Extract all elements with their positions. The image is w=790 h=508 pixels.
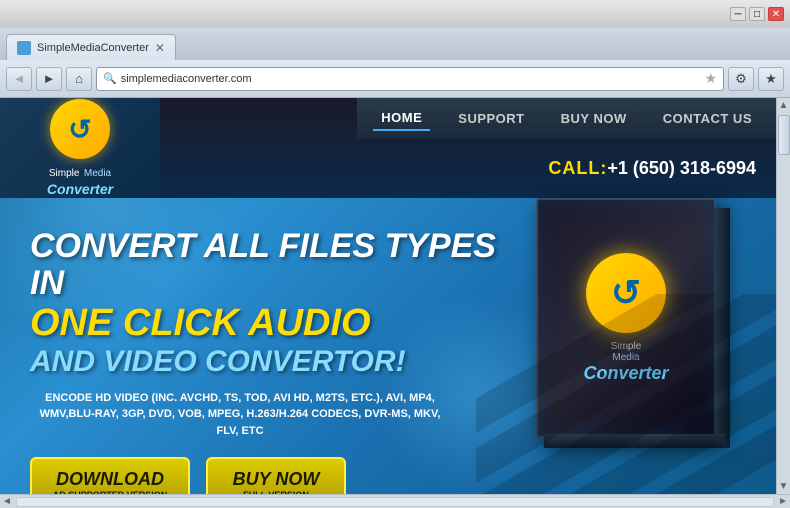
star-icon[interactable]: ★ [704, 70, 717, 87]
forward-button[interactable]: ► [36, 67, 62, 91]
content-area: ↺ Simple Media Converter HOME [0, 98, 790, 494]
nav-support[interactable]: SUPPORT [450, 107, 532, 130]
navigation-bar: ◄ ► ⌂ 🔍 simplemediaconverter.com ★ ⚙ ★ [0, 60, 790, 98]
gear-icon: ⚙ [735, 71, 747, 87]
horizontal-scroll-track[interactable] [16, 497, 774, 507]
buy-now-button-label: BUY NOW [228, 469, 324, 490]
hero-headline-3: AND VIDEO CONVERTOR! [30, 345, 510, 378]
tab-bar: SimpleMediaConverter ✕ [0, 28, 790, 60]
window-controls: ─ □ ✕ [730, 7, 784, 21]
background-stripes [476, 294, 776, 494]
logo-arrow-icon: ↺ [68, 113, 91, 146]
hero-headline-2: ONE CLICK AUDIO [30, 303, 510, 345]
star-button[interactable]: ★ [758, 67, 784, 91]
scroll-left-button[interactable]: ◄ [2, 496, 12, 507]
download-button[interactable]: DOWNLOAD AD SUPPORTED VERSION [30, 457, 190, 494]
settings-button[interactable]: ⚙ [728, 67, 754, 91]
download-button-sublabel: AD SUPPORTED VERSION [52, 490, 168, 494]
logo-box: ↺ Simple Media Converter [47, 99, 113, 197]
vertical-scrollbar[interactable]: ▲ ▼ [776, 98, 790, 494]
close-button[interactable]: ✕ [768, 7, 784, 21]
back-button[interactable]: ◄ [6, 67, 32, 91]
hero-headline-1: CONVERT ALL FILES TYPES IN [30, 228, 510, 303]
header-nav: HOME SUPPORT BUY NOW CONTACT US CALL: +1… [160, 98, 776, 198]
maximize-button[interactable]: □ [749, 7, 765, 21]
nav-links: HOME SUPPORT BUY NOW CONTACT US [357, 98, 776, 139]
browser-frame: ─ □ ✕ SimpleMediaConverter ✕ ◄ ► ⌂ 🔍 sim… [0, 0, 790, 508]
horizontal-scrollbar[interactable]: ◄ ► [0, 494, 790, 508]
nav-buy-now[interactable]: BUY NOW [553, 107, 635, 130]
scroll-down-button[interactable]: ▼ [779, 481, 789, 492]
home-button[interactable]: ⌂ [66, 67, 92, 91]
scroll-up-button[interactable]: ▲ [779, 100, 789, 111]
site-content: ↺ Simple Media Converter HOME [0, 98, 776, 494]
logo-icon: ↺ [50, 99, 110, 159]
home-icon: ⌂ [75, 71, 83, 86]
main-content: ↺ Simple Media Converter HOME [0, 98, 776, 494]
buy-now-button-sublabel: FULL VERSION [228, 490, 324, 494]
scroll-right-button[interactable]: ► [778, 496, 788, 507]
minimize-button[interactable]: ─ [730, 7, 746, 21]
back-icon: ◄ [13, 71, 26, 86]
browser-tab[interactable]: SimpleMediaConverter ✕ [6, 34, 176, 60]
nav-contact-us[interactable]: CONTACT US [655, 107, 760, 130]
logo-simple: Simple [49, 168, 80, 179]
call-label: CALL: [548, 158, 607, 179]
tab-close-icon[interactable]: ✕ [155, 41, 165, 55]
download-button-label: DOWNLOAD [52, 469, 168, 490]
forward-icon: ► [43, 71, 56, 86]
hero-description: ENCODE HD VIDEO (INC. AVCHD, TS, TOD, AV… [30, 390, 450, 440]
address-bar[interactable]: 🔍 simplemediaconverter.com ★ [96, 67, 724, 91]
call-bar: CALL: +1 (650) 318-6994 [548, 139, 776, 198]
logo-media: Media [84, 168, 111, 179]
address-text: simplemediaconverter.com [121, 73, 701, 85]
buy-now-button[interactable]: BUY NOW FULL VERSION [206, 457, 346, 494]
title-bar: ─ □ ✕ [0, 0, 790, 28]
logo-text-area: Simple Media Converter [47, 163, 113, 197]
logo-converter: Converter [47, 181, 113, 197]
call-number: +1 (650) 318-6994 [607, 158, 756, 179]
site-header: ↺ Simple Media Converter HOME [0, 98, 776, 198]
nav-home[interactable]: HOME [373, 106, 430, 131]
tab-favicon [17, 41, 31, 55]
scroll-thumb[interactable] [778, 115, 790, 155]
tab-label: SimpleMediaConverter [37, 42, 149, 54]
bookmark-icon: ★ [765, 71, 777, 87]
logo-area: ↺ Simple Media Converter [0, 98, 160, 198]
